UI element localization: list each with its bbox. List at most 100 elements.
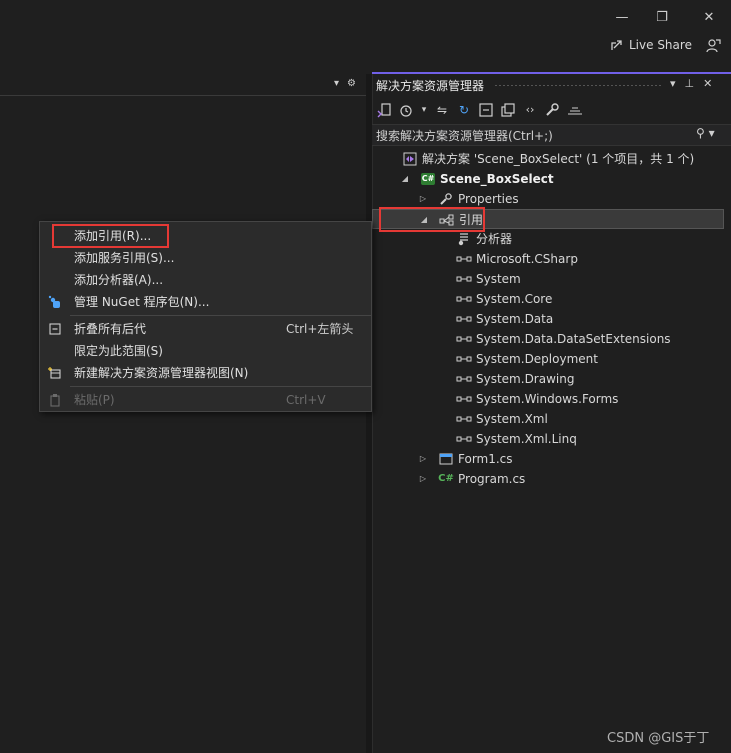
- reference-icon: [456, 252, 472, 266]
- panel-grip[interactable]: [494, 84, 662, 87]
- context-menu-item: 粘贴(P) Ctrl+V: [40, 389, 371, 411]
- tree-item[interactable]: ▷ Form1.cs: [372, 449, 724, 469]
- solution-icon: [402, 152, 418, 166]
- reference-icon: [456, 312, 472, 326]
- tree-item[interactable]: System.Deployment: [372, 349, 724, 369]
- tree-item-label: 解决方案 'Scene_BoxSelect' (1 个项目，共 1 个): [422, 152, 695, 166]
- tree-item-label: Properties: [458, 192, 519, 206]
- tree-item[interactable]: Microsoft.CSharp: [372, 249, 724, 269]
- reference-icon: [456, 332, 472, 346]
- tree-item-label: Scene_BoxSelect: [440, 172, 554, 186]
- tree-item[interactable]: ◢ C# Scene_BoxSelect: [372, 169, 724, 189]
- form-icon: [438, 452, 454, 466]
- editor-tab-bar: [0, 74, 366, 96]
- menu-item-label: 添加分析器(A)...: [74, 273, 164, 287]
- tree-item[interactable]: 解决方案 'Scene_BoxSelect' (1 个项目，共 1 个): [372, 149, 724, 169]
- analyzer-icon: [456, 232, 472, 246]
- tree-item[interactable]: System.Xml.Linq: [372, 429, 724, 449]
- tree-item[interactable]: System.Xml: [372, 409, 724, 429]
- pending-changes-icon[interactable]: [398, 102, 414, 118]
- close-button[interactable]: ✕: [699, 8, 719, 28]
- dropdown-arrow-icon[interactable]: ▾: [334, 78, 339, 89]
- menu-item-label: 粘贴(P): [74, 393, 115, 407]
- csharp-file-icon: C#: [438, 473, 454, 484]
- collapsed-arrow-icon[interactable]: ▷: [418, 449, 428, 469]
- tree-item[interactable]: System: [372, 269, 724, 289]
- menu-item-label: 添加服务引用(S)...: [74, 251, 175, 265]
- panel-accent-bar: [372, 72, 731, 74]
- menu-item-label: 限定为此范围(S): [74, 344, 163, 358]
- context-menu-item[interactable]: 限定为此范围(S): [40, 340, 371, 362]
- reference-icon: [456, 392, 472, 406]
- reference-icon: [456, 292, 472, 306]
- context-menu-item[interactable]: 折叠所有后代 Ctrl+左箭头: [40, 318, 371, 340]
- tree-item[interactable]: 分析器: [372, 229, 724, 249]
- search-icon[interactable]: ⚲ ▾: [696, 126, 715, 140]
- tree-item[interactable]: ▷ C# Program.cs: [372, 469, 724, 489]
- menu-item-label: 新建解决方案资源管理器视图(N): [74, 366, 249, 380]
- collapse-all-icon[interactable]: [478, 102, 494, 118]
- switch-views-icon[interactable]: [376, 102, 392, 118]
- feedback-button[interactable]: [705, 38, 721, 54]
- context-menu-item[interactable]: 管理 NuGet 程序包(N)...: [40, 291, 371, 313]
- tree-item-label: 分析器: [476, 232, 513, 246]
- properties-wrench-icon[interactable]: [544, 102, 560, 118]
- solution-explorer-title: 解决方案资源管理器: [376, 79, 485, 93]
- minimize-button[interactable]: —: [612, 8, 632, 28]
- close-panel-icon[interactable]: ✕: [703, 77, 712, 90]
- tree-item[interactable]: ▷ Properties: [372, 189, 724, 209]
- person-feedback-icon: [706, 39, 721, 53]
- solution-explorer-toolbar: ▾ ⇋ ↻ ‹›: [376, 99, 582, 121]
- tree-item-label: System.Windows.Forms: [476, 392, 619, 406]
- pin-icon[interactable]: ⊥: [685, 77, 695, 90]
- tree-item-label: System.Xml: [476, 412, 548, 426]
- reference-icon: [456, 272, 472, 286]
- expanded-arrow-icon[interactable]: ◢: [400, 169, 410, 189]
- collapse-icon: [48, 322, 62, 336]
- reference-icon: [456, 352, 472, 366]
- tree-item-label: Program.cs: [458, 472, 526, 486]
- tree-item-label: System: [476, 272, 521, 286]
- tree-item[interactable]: System.Drawing: [372, 369, 724, 389]
- restore-button[interactable]: ❐: [652, 8, 672, 28]
- view-code-icon[interactable]: ‹›: [522, 102, 538, 118]
- tree-item[interactable]: System.Windows.Forms: [372, 389, 724, 409]
- wrench-icon: [438, 192, 454, 206]
- context-menu-item[interactable]: 添加服务引用(S)...: [40, 247, 371, 269]
- reference-icon: [456, 432, 472, 446]
- collapsed-arrow-icon[interactable]: ▷: [418, 469, 428, 489]
- context-menu-item[interactable]: 新建解决方案资源管理器视图(N): [40, 362, 371, 384]
- highlight-box-add-reference: [52, 224, 169, 248]
- tree-item[interactable]: System.Data.DataSetExtensions: [372, 329, 724, 349]
- collapsed-arrow-icon[interactable]: ▷: [418, 189, 428, 209]
- search-input[interactable]: [376, 127, 686, 145]
- tree-item-label: Microsoft.CSharp: [476, 252, 578, 266]
- editor-area[interactable]: [0, 74, 366, 753]
- dropdown-icon[interactable]: ▾: [420, 102, 428, 118]
- tree-item-label: System.Deployment: [476, 352, 598, 366]
- context-menu-item[interactable]: 添加分析器(A)...: [40, 269, 371, 291]
- minimize-icon: —: [615, 10, 629, 25]
- show-all-files-icon[interactable]: [500, 102, 516, 118]
- sync-icon[interactable]: ⇋: [434, 102, 450, 118]
- menu-separator: [70, 315, 371, 316]
- refresh-icon[interactable]: ↻: [456, 102, 472, 118]
- menu-item-shortcut: Ctrl+左箭头: [286, 322, 354, 336]
- new-view-icon: [48, 366, 62, 380]
- nuget-icon: [48, 295, 62, 309]
- context-menu: 添加引用(R)... 添加服务引用(S)... 添加分析器(A)... 管理 NuGe…: [39, 221, 372, 412]
- tree-item-label: System.Data.DataSetExtensions: [476, 332, 671, 346]
- tree-item[interactable]: System.Data: [372, 309, 724, 329]
- csharp-project-icon: C#: [421, 173, 435, 185]
- live-share-button[interactable]: Live Share: [610, 38, 692, 52]
- tree-item[interactable]: System.Core: [372, 289, 724, 309]
- menu-item-label: 折叠所有后代: [74, 322, 147, 336]
- restore-icon: ❐: [656, 10, 668, 25]
- solution-explorer-search: [372, 124, 731, 146]
- preview-icon[interactable]: [566, 102, 582, 118]
- gear-icon[interactable]: ⚙: [347, 78, 356, 89]
- tree-item-label: System.Core: [476, 292, 553, 306]
- tree-item-label: System.Data: [476, 312, 554, 326]
- chevron-down-icon[interactable]: ▾: [670, 77, 676, 90]
- close-icon: ✕: [703, 10, 715, 25]
